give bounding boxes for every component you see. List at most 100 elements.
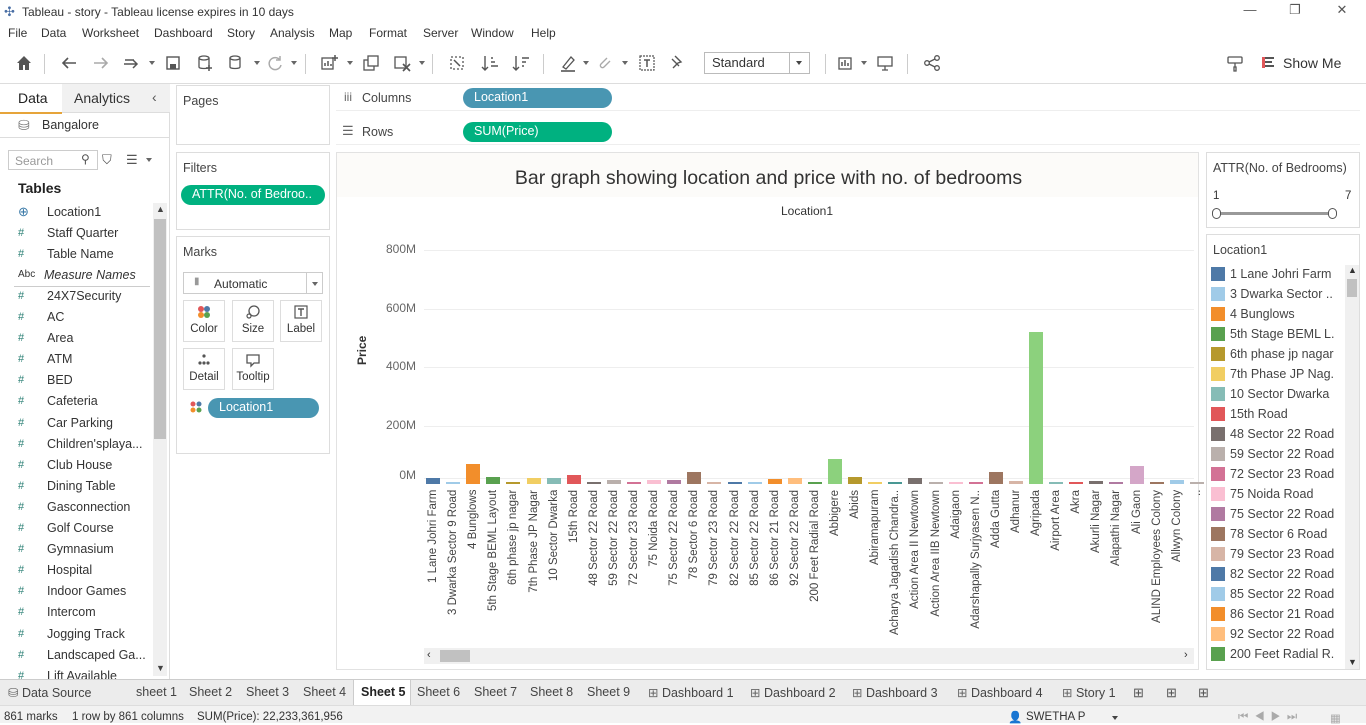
bar[interactable] — [828, 459, 842, 484]
pause-update-icon[interactable] — [225, 52, 247, 74]
bar[interactable] — [1149, 482, 1164, 484]
clear-sheet-icon[interactable] — [391, 52, 413, 74]
menu-map[interactable]: Map — [329, 26, 352, 40]
legend-item[interactable]: 85 Sector 22 Road — [1211, 584, 1335, 604]
bar[interactable] — [627, 482, 641, 484]
field-item[interactable]: # Area — [18, 328, 73, 349]
highlight-icon[interactable] — [557, 52, 579, 74]
rows-pill[interactable]: SUM(Price) — [463, 122, 612, 142]
bar[interactable] — [727, 482, 742, 484]
bar[interactable] — [1049, 482, 1064, 484]
tab-sheet-4[interactable]: Sheet 4 — [303, 680, 353, 706]
sort-descending-icon[interactable] — [510, 52, 532, 74]
share-icon[interactable] — [921, 52, 943, 74]
legend-scrollbar[interactable]: ▲ ▼ — [1345, 265, 1359, 669]
menu-story[interactable]: Story — [227, 26, 255, 40]
field-item[interactable]: Abc Measure Names — [18, 264, 136, 285]
menu-file[interactable]: File — [8, 26, 27, 40]
tab-sheet-9[interactable]: Sheet 9 — [587, 680, 637, 706]
bar[interactable] — [466, 463, 481, 484]
legend-item[interactable]: 75 Sector 22 Road — [1211, 504, 1335, 524]
fix-axes-icon[interactable] — [666, 52, 688, 74]
new-datasource-icon[interactable] — [194, 52, 216, 74]
tab-analytics[interactable]: Analytics — [74, 90, 130, 106]
legend-item[interactable]: 15th Road — [1211, 404, 1335, 424]
tab-story-1[interactable]: ⊞ Story 1 — [1062, 680, 1117, 706]
field-item[interactable]: # Intercom — [18, 602, 96, 623]
bar[interactable] — [868, 482, 883, 484]
legend-item[interactable]: 72 Sector 23 Road — [1211, 464, 1335, 484]
menu-analysis[interactable]: Analysis — [270, 26, 315, 40]
legend-item[interactable]: 92 Sector 22 Road — [1211, 624, 1335, 644]
bar[interactable] — [1008, 481, 1023, 484]
bar[interactable] — [807, 482, 822, 484]
field-item[interactable]: # Indoor Games — [18, 581, 126, 602]
tab-sheet-8[interactable]: Sheet 8 — [530, 680, 580, 706]
bar[interactable] — [968, 482, 983, 484]
swap-icon[interactable] — [446, 52, 468, 74]
bar[interactable] — [426, 478, 440, 484]
field-item[interactable]: # Children'splaya... — [18, 433, 143, 454]
slider-track[interactable] — [1217, 212, 1335, 215]
field-item[interactable]: # Landscaped Ga... — [18, 644, 146, 665]
bar[interactable] — [888, 482, 903, 484]
presentation-mode-icon[interactable] — [874, 52, 896, 74]
duplicate-icon[interactable] — [360, 52, 382, 74]
bar[interactable] — [908, 478, 923, 484]
bar[interactable] — [667, 480, 682, 484]
menu-server[interactable]: Server — [423, 26, 458, 40]
bar[interactable] — [687, 472, 702, 484]
field-item[interactable]: # Golf Course — [18, 518, 114, 539]
tab-data[interactable]: Data — [18, 90, 48, 106]
horizontal-scrollbar[interactable]: ‹ › — [424, 648, 1194, 664]
legend-item[interactable]: 78 Sector 6 Road — [1211, 524, 1335, 544]
field-item[interactable]: # Dining Table — [18, 475, 116, 496]
legend-item[interactable]: 4 Bunglows — [1211, 304, 1335, 324]
field-item[interactable]: # Car Parking — [18, 412, 113, 433]
tab-sheet-5[interactable]: Sheet 5 — [353, 680, 411, 706]
show-me-button[interactable]: Show Me — [1283, 55, 1341, 71]
color-button[interactable]: Color — [183, 300, 225, 342]
user-name[interactable]: SWETHA P — [1026, 711, 1085, 723]
legend-item[interactable]: 10 Sector Dwarka — [1211, 384, 1335, 404]
bar[interactable] — [707, 482, 722, 484]
bar[interactable] — [1069, 481, 1084, 484]
new-worksheet-tab-icon[interactable]: ⊞ — [1133, 685, 1144, 701]
legend-item[interactable]: 48 Sector 22 Road — [1211, 424, 1335, 444]
field-item[interactable]: # Club House — [18, 454, 112, 475]
bar[interactable] — [848, 476, 863, 484]
menu-dashboard[interactable]: Dashboard — [154, 26, 213, 40]
filters-shelf[interactable]: Filters ATTR(No. of Bedroo.. — [176, 152, 330, 230]
menu-worksheet[interactable]: Worksheet — [82, 26, 139, 40]
close-icon[interactable]: ✕ — [1332, 2, 1352, 20]
tab-dashboard-3[interactable]: ⊞ Dashboard 3 — [852, 680, 942, 706]
bar[interactable] — [546, 477, 561, 484]
detail-button[interactable]: Detail — [183, 348, 225, 390]
replay-icon[interactable] — [120, 52, 142, 74]
columns-shelf[interactable]: iii Columns Location1 — [336, 85, 1360, 111]
refresh-icon[interactable] — [264, 52, 286, 74]
rows-shelf[interactable]: ☰ Rows SUM(Price) — [336, 119, 1360, 145]
search-input[interactable]: Search ⚲ — [8, 150, 98, 170]
redo-icon[interactable] — [90, 52, 112, 74]
menu-window[interactable]: Window — [471, 26, 514, 40]
format-painter-icon[interactable] — [1224, 52, 1246, 74]
collapse-pane-icon[interactable]: ‹ — [152, 89, 157, 105]
bar[interactable] — [526, 478, 541, 484]
label-button[interactable]: Label — [280, 300, 322, 342]
view-options-icon[interactable]: ☰ — [126, 152, 138, 168]
pages-shelf[interactable]: Pages — [176, 85, 330, 145]
new-story-tab-icon[interactable]: ⊞ — [1198, 685, 1209, 701]
bar[interactable] — [446, 482, 461, 484]
bar[interactable] — [586, 482, 601, 484]
field-item[interactable]: #24X7Security — [18, 285, 121, 306]
legend-item[interactable]: 59 Sector 22 Road — [1211, 444, 1335, 464]
menu-help[interactable]: Help — [531, 26, 556, 40]
tab-sheet-1[interactable]: sheet 1 — [136, 680, 182, 706]
menu-data[interactable]: Data — [41, 26, 66, 40]
tab-dashboard-2[interactable]: ⊞ Dashboard 2 — [750, 680, 840, 706]
sheet-nav-icons[interactable]: ⏮◀▶⏭ — [1238, 711, 1303, 724]
tab-dashboard-1[interactable]: ⊞ Dashboard 1 — [648, 680, 738, 706]
legend-item[interactable]: 82 Sector 22 Road — [1211, 564, 1335, 584]
tab-sheet-3[interactable]: Sheet 3 — [246, 680, 296, 706]
